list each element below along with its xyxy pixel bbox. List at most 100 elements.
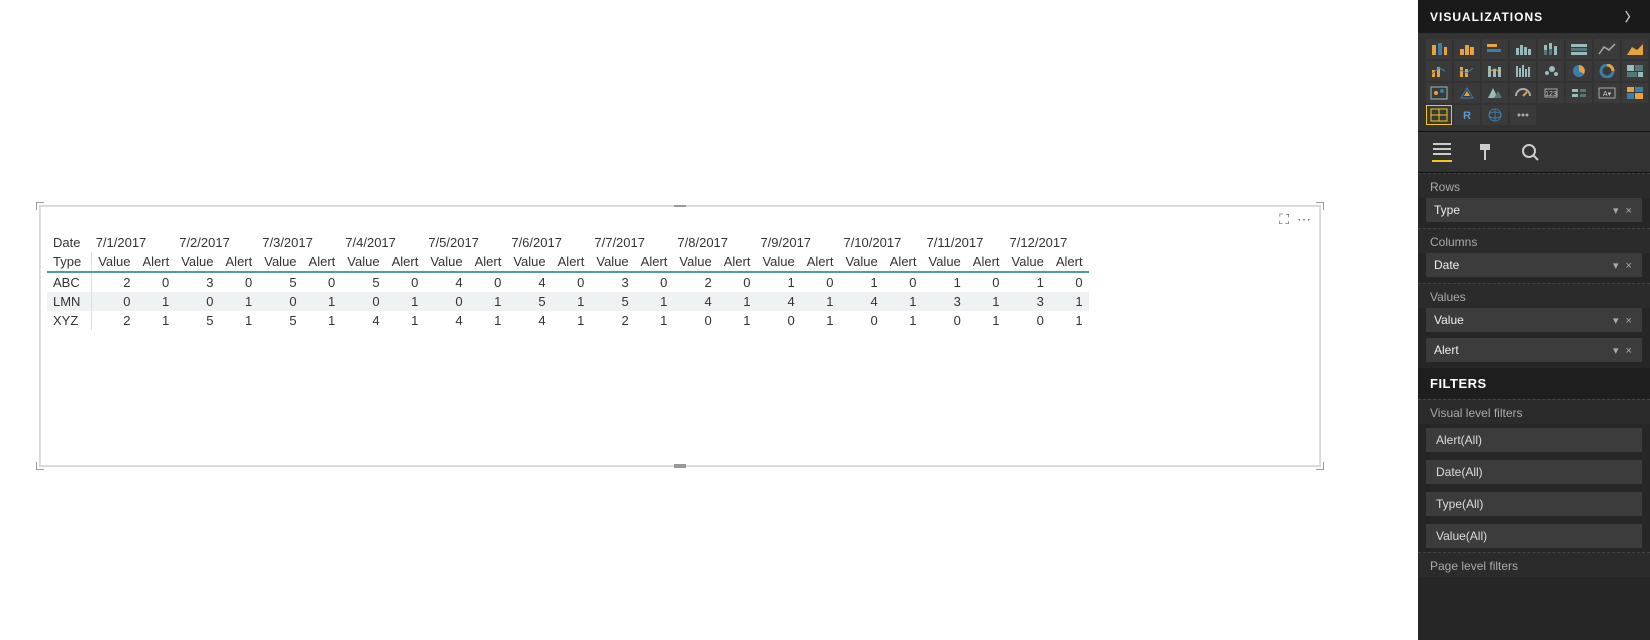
visualizations-header[interactable]: VISUALIZATIONS 〉 (1418, 0, 1650, 33)
viz-type-icon[interactable]: A▾ (1594, 83, 1620, 103)
viz-type-icon[interactable] (1566, 39, 1592, 59)
column-header-date[interactable]: 7/1/2017 (92, 233, 176, 252)
resize-handle-tr[interactable] (1316, 202, 1324, 210)
viz-type-icon[interactable] (1594, 39, 1620, 59)
rows-field-type[interactable]: Type ▾ × (1426, 198, 1642, 222)
matrix-visual[interactable]: ⛶ ⋯ Date7/1/20177/2/20177/3/20177/4/2017… (40, 206, 1320, 466)
cell-alert: 1 (386, 292, 425, 311)
viz-type-icon[interactable] (1510, 61, 1536, 81)
table-row[interactable]: XYZ215151414141210101010101 (47, 311, 1089, 330)
viz-type-icon[interactable] (1622, 61, 1648, 81)
row-header[interactable]: ABC (47, 272, 92, 292)
sub-header-value[interactable]: Value (507, 252, 551, 272)
viz-type-icon[interactable] (1510, 83, 1536, 103)
sub-header-alert[interactable]: Alert (386, 252, 425, 272)
row-header[interactable]: XYZ (47, 311, 92, 330)
column-header-date[interactable]: 7/6/2017 (507, 233, 590, 252)
field-menu-icon[interactable]: ▾ × (1613, 259, 1634, 272)
field-menu-icon[interactable]: ▾ × (1613, 204, 1634, 217)
column-header-date[interactable]: 7/2/2017 (175, 233, 258, 252)
sub-header-value[interactable]: Value (258, 252, 302, 272)
filters-header[interactable]: FILTERS (1418, 368, 1650, 399)
viz-type-icon[interactable] (1454, 61, 1480, 81)
report-canvas[interactable]: ⛶ ⋯ Date7/1/20177/2/20177/3/20177/4/2017… (0, 0, 1418, 640)
viz-type-icon[interactable] (1622, 39, 1648, 59)
filter-date[interactable]: Date(All) (1426, 460, 1642, 484)
sub-header-alert[interactable]: Alert (718, 252, 757, 272)
format-tab-icon[interactable] (1476, 142, 1496, 162)
viz-type-icon[interactable] (1454, 83, 1480, 103)
resize-handle-bl[interactable] (36, 462, 44, 470)
viz-type-icon[interactable] (1426, 39, 1452, 59)
sub-header-value[interactable]: Value (756, 252, 800, 272)
viz-type-icon[interactable] (1426, 61, 1452, 81)
values-field-value[interactable]: Value ▾ × (1426, 308, 1642, 332)
fields-tab-icon[interactable] (1432, 142, 1452, 162)
sub-header-alert[interactable]: Alert (884, 252, 923, 272)
row-header[interactable]: LMN (47, 292, 92, 311)
viz-type-icon[interactable] (1426, 105, 1452, 125)
viz-type-icon[interactable] (1482, 39, 1508, 59)
analytics-tab-icon[interactable] (1520, 142, 1540, 162)
column-header-date[interactable]: 7/8/2017 (673, 233, 756, 252)
field-menu-icon[interactable]: ▾ × (1613, 344, 1634, 357)
sub-header-value[interactable]: Value (590, 252, 634, 272)
sub-header-alert[interactable]: Alert (801, 252, 840, 272)
viz-type-icon[interactable] (1566, 61, 1592, 81)
viz-type-icon[interactable] (1538, 39, 1564, 59)
column-header-date[interactable]: 7/7/2017 (590, 233, 673, 252)
sub-header-value[interactable]: Value (673, 252, 717, 272)
sub-header-alert[interactable]: Alert (1050, 252, 1089, 272)
columns-field-date[interactable]: Date ▾ × (1426, 253, 1642, 277)
collapse-icon[interactable]: 〉 (1625, 8, 1638, 25)
sub-header-value[interactable]: Value (1006, 252, 1050, 272)
table-row[interactable]: ABC203050504040302010101010 (47, 272, 1089, 292)
viz-type-icon[interactable] (1426, 83, 1452, 103)
more-options-icon[interactable]: ⋯ (1297, 211, 1311, 228)
filter-value[interactable]: Value(All) (1426, 524, 1642, 548)
sub-header-alert[interactable]: Alert (967, 252, 1006, 272)
column-header-date[interactable]: 7/9/2017 (756, 233, 839, 252)
sub-header-value[interactable]: Value (175, 252, 219, 272)
column-header-date[interactable]: 7/3/2017 (258, 233, 341, 252)
viz-type-icon[interactable] (1594, 61, 1620, 81)
viz-type-icon[interactable] (1622, 83, 1648, 103)
filter-alert[interactable]: Alert(All) (1426, 428, 1642, 452)
sub-header-alert[interactable]: Alert (552, 252, 591, 272)
sub-header-value[interactable]: Value (839, 252, 883, 272)
resize-handle-tl[interactable] (36, 202, 44, 210)
column-header-date[interactable]: 7/12/2017 (1006, 233, 1089, 252)
viz-type-icon[interactable] (1538, 61, 1564, 81)
viz-type-icon[interactable]: 123 (1538, 83, 1564, 103)
sub-header-value[interactable]: Value (923, 252, 967, 272)
viz-type-icon[interactable] (1482, 83, 1508, 103)
table-row[interactable]: LMN010101010151514141413131 (47, 292, 1089, 311)
focus-mode-icon[interactable]: ⛶ (1279, 211, 1289, 228)
field-label: Date (1434, 258, 1459, 272)
viz-type-icon[interactable] (1510, 39, 1536, 59)
values-field-alert[interactable]: Alert ▾ × (1426, 338, 1642, 362)
viz-type-icon[interactable]: R (1454, 105, 1480, 125)
resize-handle-bottom[interactable] (674, 464, 686, 468)
column-header-date[interactable]: 7/4/2017 (341, 233, 424, 252)
sub-header-alert[interactable]: Alert (469, 252, 508, 272)
field-menu-icon[interactable]: ▾ × (1613, 314, 1634, 327)
sub-header-alert[interactable]: Alert (220, 252, 259, 272)
drag-handle-top[interactable] (674, 205, 686, 207)
viz-type-icon[interactable] (1566, 83, 1592, 103)
sub-header-value[interactable]: Value (424, 252, 468, 272)
viz-type-icon[interactable] (1482, 61, 1508, 81)
filter-type[interactable]: Type(All) (1426, 492, 1642, 516)
sub-header-alert[interactable]: Alert (303, 252, 342, 272)
column-header-date[interactable]: 7/5/2017 (424, 233, 507, 252)
viz-type-icon[interactable] (1510, 105, 1536, 125)
sub-header-alert[interactable]: Alert (635, 252, 674, 272)
sub-header-value[interactable]: Value (341, 252, 385, 272)
viz-type-icon[interactable] (1482, 105, 1508, 125)
column-header-date[interactable]: 7/11/2017 (923, 233, 1006, 252)
column-header-date[interactable]: 7/10/2017 (839, 233, 922, 252)
resize-handle-br[interactable] (1316, 462, 1324, 470)
sub-header-value[interactable]: Value (92, 252, 137, 272)
sub-header-alert[interactable]: Alert (136, 252, 175, 272)
viz-type-icon[interactable] (1454, 39, 1480, 59)
